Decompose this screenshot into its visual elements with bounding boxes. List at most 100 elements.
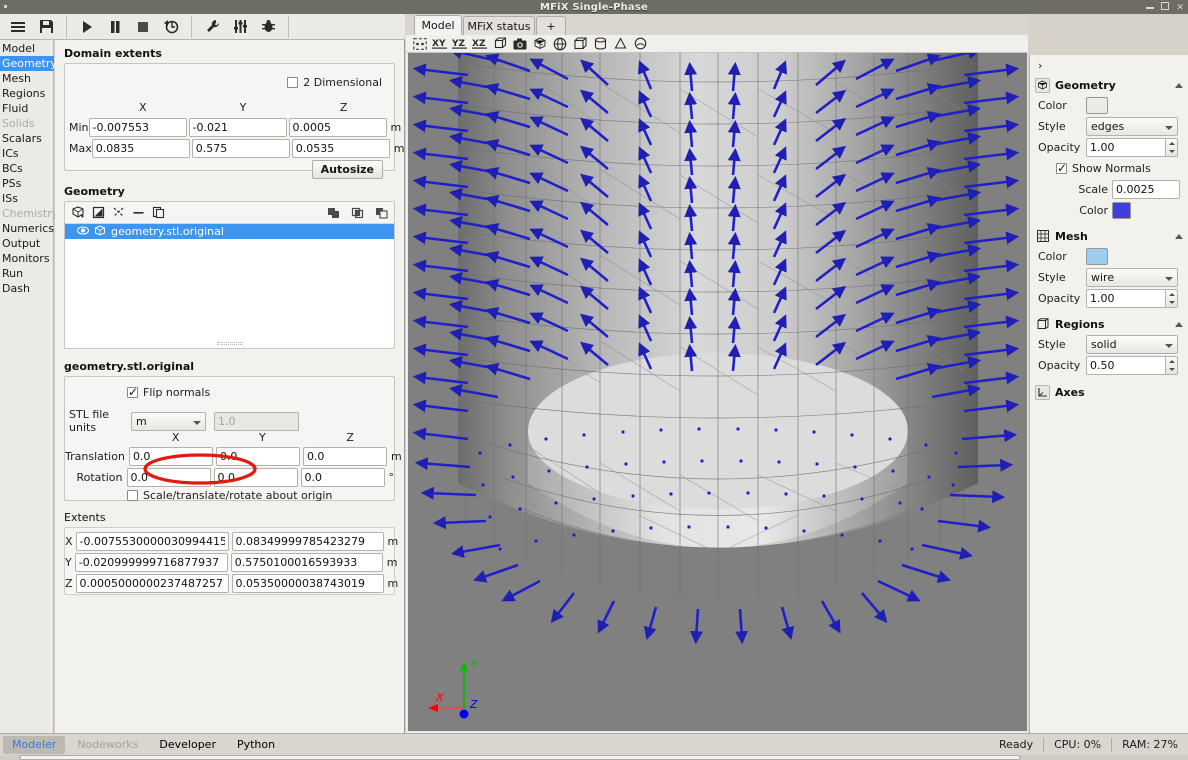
about-origin-checkbox[interactable] [127,490,138,501]
domain-max-y-input[interactable] [192,139,290,158]
show-normals-checkbox[interactable] [1056,163,1067,174]
mode-tab-developer[interactable]: Developer [150,736,225,754]
domain-min-z-input[interactable] [289,118,387,137]
chevron-up-icon[interactable] [1175,83,1183,88]
parameters-button[interactable] [226,15,254,39]
autosize-button[interactable]: Autosize [312,160,383,179]
save-button[interactable] [32,15,60,39]
section-header-axes[interactable]: Axes [1030,382,1188,402]
geometry-opacity-input[interactable] [1086,138,1166,157]
flip-normals-checkbox[interactable] [127,387,138,398]
mesh-style-combo[interactable]: wire [1086,268,1178,287]
extents-z-max-input[interactable] [232,574,384,593]
translation-x-input[interactable] [129,447,213,466]
geometry-opacity-stepper[interactable] [1166,138,1178,157]
domain-min-x-input[interactable] [89,118,187,137]
extents-y-min-input[interactable] [75,553,228,572]
sidebar-item-numerics[interactable]: Numerics [0,221,53,236]
ellipsoid-icon[interactable] [632,36,648,52]
cone-icon[interactable] [612,36,628,52]
chevron-up-icon[interactable] [1175,234,1183,239]
sidebar-item-fluid[interactable]: Fluid [0,101,53,116]
add-primitive-icon[interactable] [89,204,107,222]
tab-mfix-status[interactable]: MFiX status [463,16,535,35]
close-icon[interactable]: ✕ [1176,3,1184,13]
view-xy-icon[interactable]: XY [432,36,448,52]
regions-opacity-stepper[interactable] [1166,356,1178,375]
section-header-regions[interactable]: Regions [1030,314,1188,334]
copy-geometry-icon[interactable] [149,204,167,222]
regions-style-combo[interactable]: solid [1086,335,1178,354]
tab-model[interactable]: Model [414,15,462,35]
sidebar-item-bcs[interactable]: BCs [0,161,53,176]
stop-button[interactable] [129,15,157,39]
extents-x-max-input[interactable] [232,532,384,551]
extents-x-min-input[interactable] [76,532,229,551]
rotation-x-input[interactable] [127,468,211,487]
sphere-icon[interactable] [552,36,568,52]
mode-tab-modeler[interactable]: Modeler [3,736,65,754]
translation-z-input[interactable] [303,447,387,466]
geometry-tree-item[interactable]: geometry.stl.original [65,224,394,239]
reset-view-icon[interactable] [412,36,428,52]
scrollbar-thumb[interactable] [20,755,1020,760]
two-dimensional-checkbox[interactable] [287,77,298,88]
sidebar-item-regions[interactable]: Regions [0,86,53,101]
rotation-z-input[interactable] [301,468,385,487]
sidebar-item-geometry[interactable]: Geometry [0,56,54,71]
mode-tab-python[interactable]: Python [228,736,284,754]
menu-button[interactable] [4,15,32,39]
pause-button[interactable] [101,15,129,39]
debug-button[interactable] [254,15,282,39]
normals-color-swatch[interactable] [1112,202,1131,219]
run-button[interactable] [73,15,101,39]
extents-z-min-input[interactable] [76,574,229,593]
view-xz-icon[interactable]: XZ [472,36,488,52]
extents-y-max-input[interactable] [231,553,383,572]
maximize-icon[interactable] [1161,2,1169,13]
sidebar-item-model[interactable]: Model [0,41,53,56]
difference-icon[interactable] [372,204,390,222]
section-header-geometry[interactable]: Geometry [1030,75,1188,95]
remove-geometry-icon[interactable] [129,204,147,222]
geometry-color-swatch[interactable] [1086,97,1108,114]
tree-resize-handle[interactable] [217,342,243,345]
geometry-style-combo[interactable]: edges [1086,117,1178,136]
horizontal-scrollbar[interactable] [0,755,1188,760]
union-icon[interactable] [324,204,342,222]
box-icon[interactable] [572,36,588,52]
cylinder-icon[interactable] [592,36,608,52]
domain-min-y-input[interactable] [189,118,287,137]
add-filter-icon[interactable] [109,204,127,222]
sidebar-item-run[interactable]: Run [0,266,53,281]
screenshot-icon[interactable] [512,36,528,52]
stl-units-combo[interactable]: m [131,412,206,431]
regions-opacity-input[interactable] [1086,356,1166,375]
sidebar-item-iss[interactable]: ISs [0,191,53,206]
sidebar-item-monitors[interactable]: Monitors [0,251,53,266]
rotation-y-input[interactable] [214,468,298,487]
translation-y-input[interactable] [216,447,300,466]
settings-button[interactable] [198,15,226,39]
mesh-opacity-input[interactable] [1086,289,1166,308]
expand-panel-button[interactable]: › [1030,55,1188,75]
mesh-opacity-stepper[interactable] [1166,289,1178,308]
sidebar-item-output[interactable]: Output [0,236,53,251]
3d-viewport[interactable]: Y X Z [408,53,1027,731]
section-header-mesh[interactable]: Mesh [1030,226,1188,246]
tab-add-button[interactable]: + [536,16,566,35]
domain-max-z-input[interactable] [292,139,390,158]
minimize-icon[interactable] [1146,3,1154,13]
intersect-icon[interactable] [348,204,366,222]
normals-scale-input[interactable] [1112,180,1180,199]
add-geometry-icon[interactable] [69,204,87,222]
visibility-eye-icon[interactable] [77,225,89,238]
perspective-icon[interactable] [492,36,508,52]
mesh-color-swatch[interactable] [1086,248,1108,265]
sidebar-item-pss[interactable]: PSs [0,176,53,191]
sidebar-item-dash[interactable]: Dash [0,281,53,296]
reset-button[interactable] [157,15,185,39]
sidebar-item-scalars[interactable]: Scalars [0,131,53,146]
chevron-up-icon[interactable] [1175,322,1183,327]
view-yz-icon[interactable]: YZ [452,36,468,52]
